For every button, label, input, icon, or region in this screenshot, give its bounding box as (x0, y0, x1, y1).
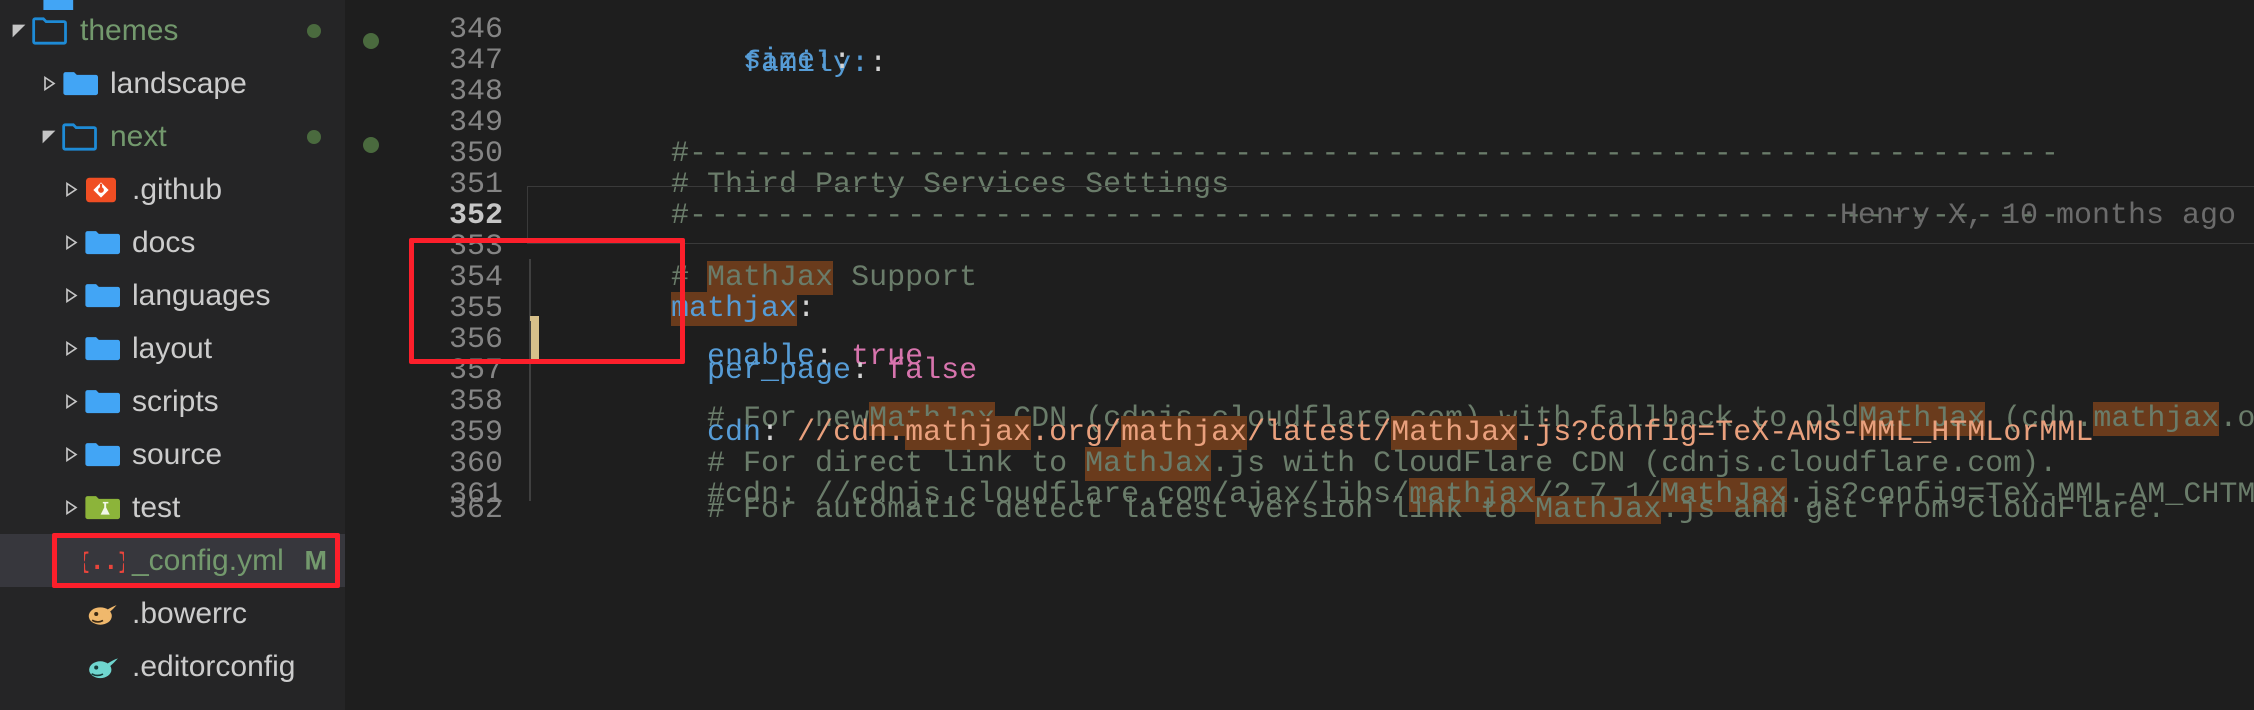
sidebar-item-next[interactable]: next (0, 110, 345, 163)
folder-icon (84, 229, 124, 257)
sidebar-item-label: .bowerrc (132, 597, 247, 631)
explorer-sidebar[interactable]: themes landscape next (0, 0, 345, 710)
folder-open-icon (62, 123, 102, 151)
folder-icon (62, 70, 102, 98)
sidebar-item-languages[interactable]: languages (0, 269, 345, 322)
status-badge: M (305, 545, 328, 576)
folder-icon (84, 282, 124, 310)
chevron-right-icon[interactable] (58, 394, 84, 409)
code-token-find-match: MathJax (1535, 496, 1661, 524)
github-folder-icon (84, 175, 124, 205)
vscode-window: themes landscape next (0, 0, 2254, 710)
bower-file-icon (84, 599, 124, 629)
folder-icon (84, 441, 124, 469)
git-status-dot (307, 24, 321, 38)
chevron-right-icon[interactable] (58, 288, 84, 303)
sidebar-item-label: next (110, 120, 167, 154)
sidebar-item-label: scripts (132, 385, 219, 419)
sidebar-item-label: layout (132, 332, 212, 366)
sidebar-item-label: languages (132, 279, 270, 313)
git-status-dot (307, 130, 321, 144)
folder-open-icon (32, 17, 72, 45)
sidebar-item-test[interactable]: test (0, 481, 345, 534)
chevron-right-icon[interactable] (58, 500, 84, 515)
code-editor[interactable]: 346 family:: 347 size:: 348 349 (345, 0, 2254, 710)
sidebar-item-label: landscape (110, 67, 247, 101)
chevron-right-icon[interactable] (58, 447, 84, 462)
chevron-down-icon[interactable] (6, 23, 32, 39)
editorconfig-file-icon (84, 652, 124, 682)
folder-icon (84, 335, 124, 363)
sidebar-item-label: test (132, 491, 180, 525)
sidebar-item-label: source (132, 438, 222, 472)
sidebar-item-source[interactable]: source (0, 428, 345, 481)
sidebar-item-editorconfig[interactable]: .editorconfig (0, 640, 345, 693)
sidebar-item-label: _config.yml (132, 544, 284, 578)
sidebar-item-config-yml[interactable]: {..} _config.yml M (0, 534, 345, 587)
sidebar-item-label: themes (80, 14, 178, 48)
sidebar-item-scripts[interactable]: scripts (0, 375, 345, 428)
line-number: 362 (345, 496, 525, 524)
sidebar-item-landscape[interactable]: landscape (0, 57, 345, 110)
sidebar-item-label: docs (132, 226, 195, 260)
sidebar-item-themes[interactable]: themes (0, 4, 345, 57)
sidebar-item-github[interactable]: .github (0, 163, 345, 216)
chevron-right-icon[interactable] (58, 235, 84, 250)
sidebar-item-label: .github (132, 173, 222, 207)
sidebar-item-label: .editorconfig (132, 650, 295, 684)
code-token-comment: .js and get from CloudFlare. (1661, 496, 2165, 524)
sidebar-item-bowerrc[interactable]: .bowerrc (0, 587, 345, 640)
svg-text:{..}: {..} (84, 549, 124, 575)
code-line[interactable]: 362 # For automatic detect latest versio… (345, 496, 2254, 524)
chevron-down-icon[interactable] (36, 129, 62, 145)
sidebar-item-docs[interactable]: docs (0, 216, 345, 269)
test-folder-icon (84, 494, 124, 522)
yaml-file-icon: {..} (84, 546, 124, 576)
chevron-right-icon[interactable] (36, 76, 62, 91)
chevron-right-icon[interactable] (58, 341, 84, 356)
folder-icon (84, 388, 124, 416)
chevron-right-icon[interactable] (58, 182, 84, 197)
sidebar-item-layout[interactable]: layout (0, 322, 345, 375)
code-token-comment: # For automatic detect latest version li… (671, 496, 1535, 524)
